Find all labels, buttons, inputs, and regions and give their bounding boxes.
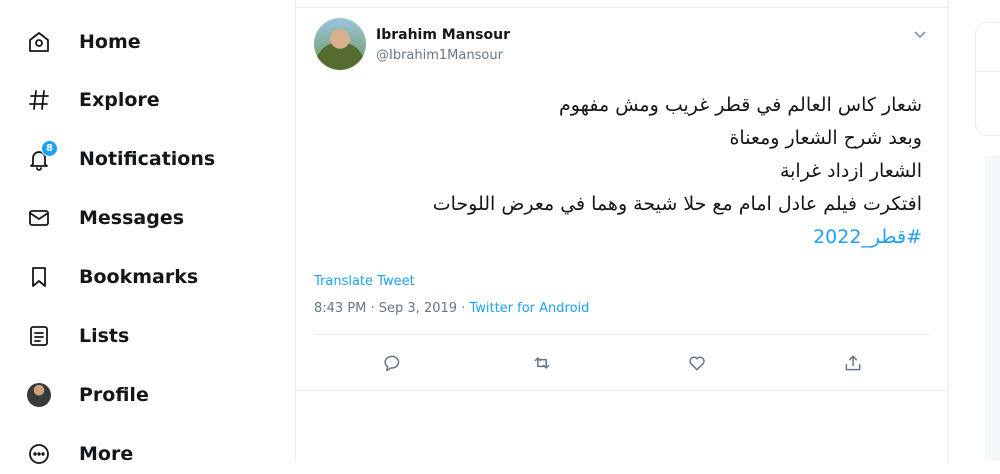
tweet-line: افتكرت فيلم عادل امام مع حلا شيحة وهما ف… bbox=[432, 193, 922, 215]
nav-item-bookmarks[interactable]: Bookmarks bbox=[26, 257, 198, 297]
translate-tweet-link[interactable]: Translate Tweet bbox=[314, 274, 415, 289]
nav-item-home[interactable]: Home bbox=[26, 22, 141, 62]
tweet-author-handle[interactable]: @Ibrahim1Mansour bbox=[376, 48, 503, 63]
bell-icon: 8 bbox=[26, 140, 58, 172]
like-icon[interactable] bbox=[684, 350, 710, 376]
share-icon[interactable] bbox=[840, 350, 866, 376]
notification-badge: 8 bbox=[41, 140, 58, 157]
chevron-down-icon[interactable] bbox=[912, 26, 928, 42]
divider bbox=[314, 334, 930, 335]
right-sidebar-panel bbox=[985, 155, 1000, 461]
tweet-meta: 8:43 PM · Sep 3, 2019 · Twitter for Andr… bbox=[314, 301, 589, 316]
nav-item-profile[interactable]: Profile bbox=[26, 375, 149, 415]
nav-label-profile: Profile bbox=[79, 384, 149, 406]
nav-item-lists[interactable]: Lists bbox=[26, 316, 129, 356]
nav-label-notifications: Notifications bbox=[79, 148, 216, 170]
tweet-hashtag[interactable]: #قطر_2022 bbox=[813, 226, 922, 248]
tweet-line: الشعار ازداد غرابة bbox=[779, 160, 922, 182]
nav-label-messages: Messages bbox=[79, 207, 185, 229]
nav-item-notifications[interactable]: 8 Notifications bbox=[26, 139, 215, 179]
home-icon bbox=[26, 29, 52, 55]
tweet-line: وبعد شرح الشعار ومعناة bbox=[729, 127, 922, 149]
nav-label-lists: Lists bbox=[79, 325, 130, 347]
divider bbox=[976, 71, 1000, 72]
tweet-author-avatar[interactable] bbox=[314, 18, 366, 70]
profile-avatar-icon bbox=[26, 382, 52, 408]
tweet-column: Ibrahim Mansour @Ibrahim1Mansour شعار كا… bbox=[295, 0, 949, 461]
right-sidebar-card bbox=[975, 22, 1000, 136]
hashtag-icon bbox=[26, 87, 52, 113]
tweet-text: شعار كاس العالم في قطر غريب ومش مفهوم وب… bbox=[322, 89, 922, 254]
retweet-icon[interactable] bbox=[529, 350, 555, 376]
nav-label-bookmarks: Bookmarks bbox=[79, 266, 199, 288]
nav-item-more[interactable]: More bbox=[26, 434, 133, 474]
reply-icon[interactable] bbox=[378, 350, 404, 376]
tweet-author-name[interactable]: Ibrahim Mansour bbox=[376, 27, 510, 43]
sidebar-nav: Home Explore 8 Notifications Messages Bo… bbox=[0, 0, 290, 465]
tweet-actions bbox=[314, 350, 930, 376]
nav-label-explore: Explore bbox=[79, 89, 160, 111]
bookmark-icon bbox=[26, 264, 52, 290]
nav-item-explore[interactable]: Explore bbox=[26, 80, 160, 120]
more-icon bbox=[26, 441, 52, 467]
tweet-line: شعار كاس العالم في قطر غريب ومش مفهوم bbox=[559, 94, 922, 116]
nav-label-more: More bbox=[79, 443, 134, 465]
tweet-timestamp[interactable]: 8:43 PM · Sep 3, 2019 · bbox=[314, 301, 469, 316]
envelope-icon bbox=[26, 205, 52, 231]
list-icon bbox=[26, 323, 52, 349]
divider bbox=[296, 390, 948, 391]
divider bbox=[296, 7, 948, 8]
nav-item-messages[interactable]: Messages bbox=[26, 198, 184, 238]
tweet-source-link[interactable]: Twitter for Android bbox=[469, 301, 589, 316]
nav-label-home: Home bbox=[79, 31, 141, 53]
